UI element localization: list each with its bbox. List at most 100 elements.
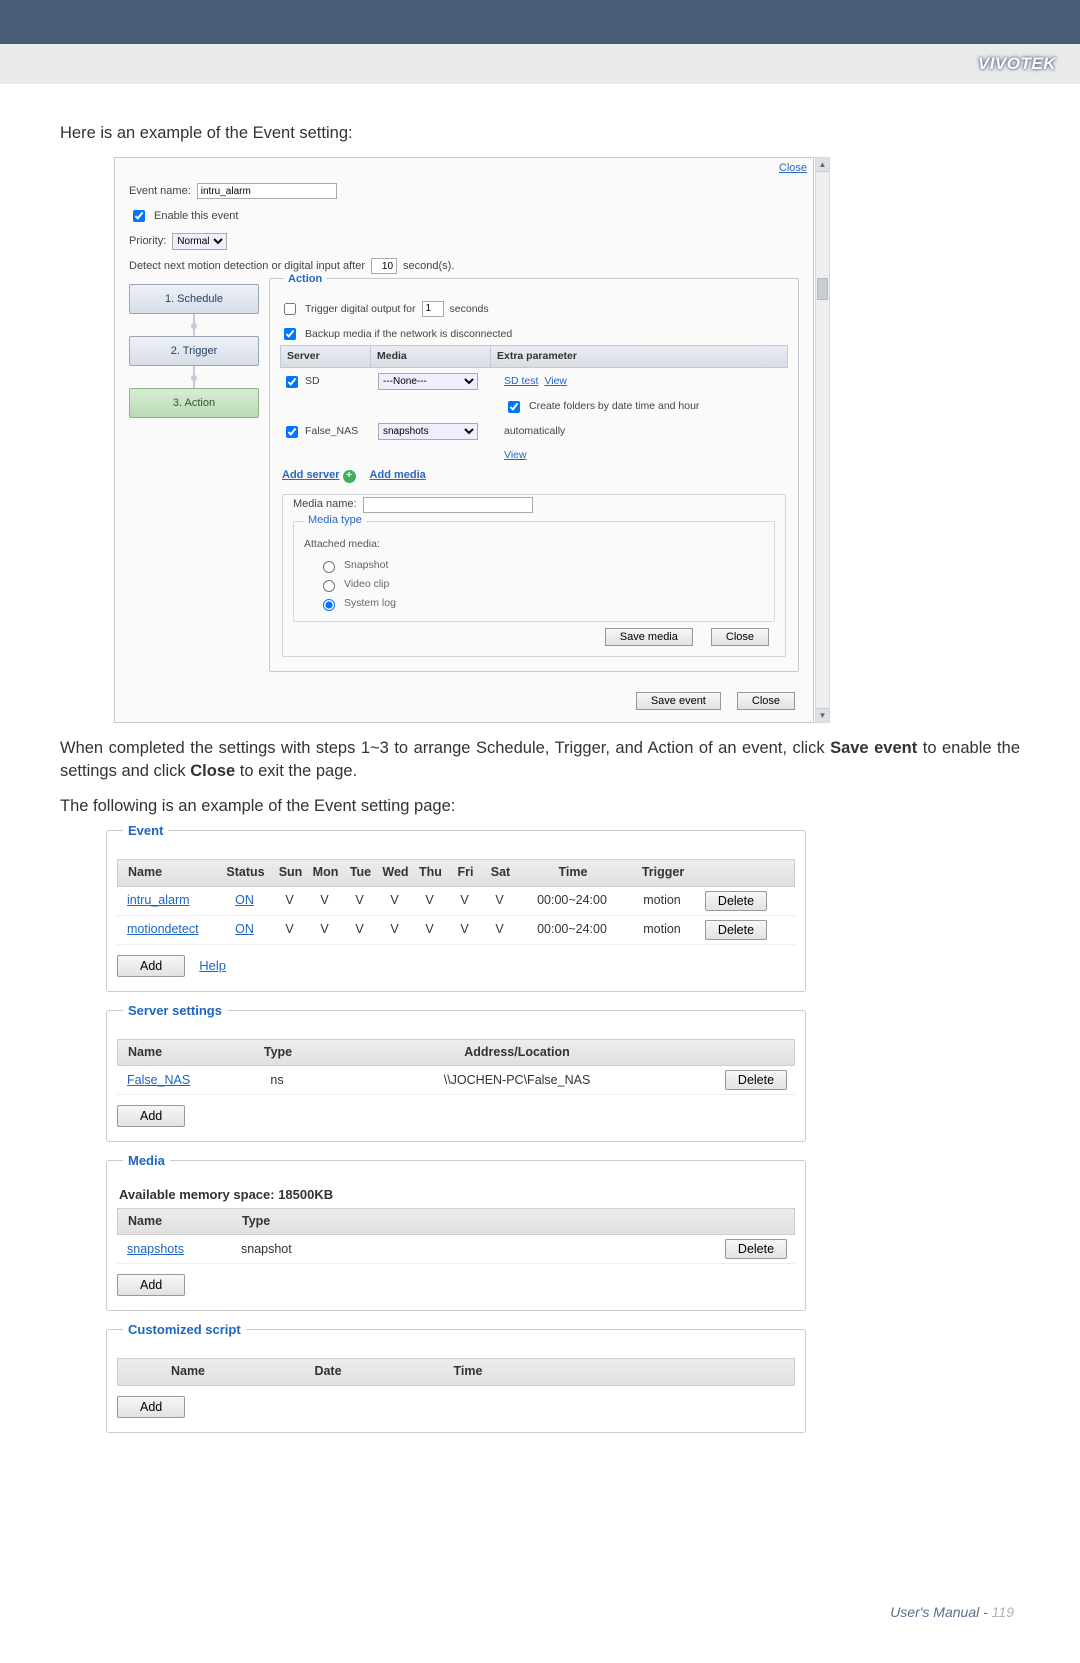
detect-label-a: Detect next motion detection or digital … bbox=[129, 259, 365, 274]
media-video-label: Video clip bbox=[344, 577, 389, 592]
th-wed: Wed bbox=[378, 860, 413, 886]
th-sun: Sun bbox=[273, 860, 308, 886]
trigger-do-input[interactable] bbox=[422, 301, 444, 317]
th-blank bbox=[348, 1209, 716, 1235]
detect-seconds-input[interactable] bbox=[371, 258, 397, 274]
step-connector bbox=[193, 314, 195, 336]
server-type-cell: ns bbox=[237, 1068, 317, 1094]
server-addr-cell: \\JOCHEN-PC\False_NAS bbox=[317, 1068, 717, 1094]
th-name: Name bbox=[118, 860, 218, 886]
sd-media-select[interactable]: ---None--- bbox=[378, 373, 478, 390]
media-inner-box: Media name: Media type Attached media: S… bbox=[282, 494, 786, 657]
page-footer: User's Manual - 119 bbox=[60, 1603, 1020, 1623]
event-name-link[interactable]: motiondetect bbox=[127, 922, 199, 936]
day-cell: V bbox=[482, 917, 517, 943]
media-name-link[interactable]: snapshots bbox=[127, 1242, 184, 1256]
delete-media-button[interactable]: Delete bbox=[725, 1239, 787, 1259]
media-name-input[interactable] bbox=[363, 497, 533, 513]
media-syslog-radio[interactable] bbox=[323, 599, 335, 611]
save-media-button[interactable]: Save media bbox=[605, 628, 693, 646]
th-thu: Thu bbox=[413, 860, 448, 886]
sd-view-link[interactable]: View bbox=[544, 374, 567, 389]
event-table-head: Name Status Sun Mon Tue Wed Thu Fri Sat … bbox=[117, 859, 795, 887]
save-event-button[interactable]: Save event bbox=[636, 692, 721, 710]
sd-checkbox[interactable] bbox=[286, 376, 298, 388]
event-status-link[interactable]: ON bbox=[235, 893, 254, 907]
step-trigger[interactable]: 2. Trigger bbox=[129, 336, 259, 366]
server-table-head: Name Type Address/Location bbox=[117, 1039, 795, 1067]
step-schedule[interactable]: 1. Schedule bbox=[129, 284, 259, 314]
brand-text: VIVOTEK bbox=[978, 54, 1056, 74]
customized-script-legend: Customized script bbox=[123, 1321, 246, 1339]
th-type: Type bbox=[238, 1040, 318, 1066]
trigger-do-checkbox[interactable] bbox=[284, 303, 296, 315]
day-cell: V bbox=[447, 917, 482, 943]
backup-checkbox[interactable] bbox=[284, 328, 296, 340]
media-snapshot-label: Snapshot bbox=[344, 558, 388, 573]
step-action[interactable]: 3. Action bbox=[129, 388, 259, 418]
event-status-link[interactable]: ON bbox=[235, 922, 254, 936]
trigger-do-label: Trigger digital output for bbox=[305, 302, 416, 317]
server-row-nas: False_NAS snapshots automatically bbox=[280, 418, 788, 443]
time-cell: 00:00~24:00 bbox=[517, 888, 627, 914]
event-row: intru_alarm ON V V V V V V V 00:00~24:00… bbox=[117, 887, 795, 916]
day-cell: V bbox=[272, 917, 307, 943]
blank-cell bbox=[347, 1245, 717, 1253]
delete-event-button[interactable]: Delete bbox=[705, 920, 767, 940]
dialog-close-link[interactable]: Close bbox=[779, 162, 807, 174]
time-cell: 00:00~24:00 bbox=[517, 917, 627, 943]
help-link[interactable]: Help bbox=[199, 957, 226, 975]
th-blank bbox=[716, 1040, 794, 1066]
nas-media-select[interactable]: snapshots bbox=[378, 423, 478, 440]
add-script-button[interactable]: Add bbox=[117, 1396, 185, 1418]
media-video-radio[interactable] bbox=[323, 580, 335, 592]
close-event-button[interactable]: Close bbox=[737, 692, 795, 710]
nas-checkbox[interactable] bbox=[286, 426, 298, 438]
delete-server-button[interactable]: Delete bbox=[725, 1070, 787, 1090]
th-date: Date bbox=[258, 1359, 398, 1385]
create-folders-checkbox[interactable] bbox=[508, 401, 520, 413]
media-type-cell: snapshot bbox=[237, 1237, 347, 1263]
server-row-sd-extra: Create folders by date time and hour bbox=[280, 393, 788, 418]
footer-text: User's Manual - bbox=[890, 1604, 991, 1620]
add-media-link[interactable]: Add media bbox=[370, 468, 426, 483]
nas-view-link[interactable]: View bbox=[504, 448, 527, 463]
enable-event-label: Enable this event bbox=[154, 209, 238, 224]
event-name-link[interactable]: intru_alarm bbox=[127, 893, 190, 907]
priority-label: Priority: bbox=[129, 234, 166, 249]
event-fieldset: Event Name Status Sun Mon Tue Wed Thu Fr… bbox=[106, 830, 806, 992]
th-extra: Extra parameter bbox=[491, 346, 787, 367]
nas-auto-label: automatically bbox=[504, 424, 565, 439]
enable-event-checkbox[interactable] bbox=[133, 210, 145, 222]
delete-event-button[interactable]: Delete bbox=[705, 891, 767, 911]
scroll-down-icon[interactable]: ▼ bbox=[816, 708, 829, 722]
event-row: motiondetect ON V V V V V V V 00:00~24:0… bbox=[117, 916, 795, 945]
th-server: Server bbox=[281, 346, 371, 367]
priority-select[interactable]: Normal bbox=[172, 233, 227, 250]
dialog-scrollbar[interactable]: ▲ ▼ bbox=[815, 157, 830, 723]
th-time: Time bbox=[518, 860, 628, 886]
event-legend: Event bbox=[123, 822, 168, 840]
trigger-do-unit: seconds bbox=[450, 302, 489, 317]
scroll-up-icon[interactable]: ▲ bbox=[816, 158, 829, 172]
media-snapshot-radio[interactable] bbox=[323, 561, 335, 573]
server-name-link[interactable]: False_NAS bbox=[127, 1073, 190, 1087]
add-server-button[interactable]: Add bbox=[117, 1105, 185, 1127]
th-addr: Address/Location bbox=[318, 1040, 716, 1066]
sd-test-link[interactable]: SD test bbox=[504, 374, 538, 389]
day-cell: V bbox=[307, 888, 342, 914]
event-name-input[interactable] bbox=[197, 183, 337, 199]
add-event-button[interactable]: Add bbox=[117, 955, 185, 977]
scroll-thumb[interactable] bbox=[817, 278, 828, 300]
media-name-label: Media name: bbox=[293, 497, 357, 512]
server-row: False_NAS ns \\JOCHEN-PC\False_NAS Delet… bbox=[117, 1066, 795, 1095]
close-media-button[interactable]: Close bbox=[711, 628, 769, 646]
step-connector bbox=[193, 366, 195, 388]
add-media-button[interactable]: Add bbox=[117, 1274, 185, 1296]
add-server-link[interactable]: Add server bbox=[282, 469, 339, 481]
event-dialog: Close Event name: Enable this event Prio… bbox=[114, 157, 814, 723]
th-name: Name bbox=[118, 1040, 238, 1066]
footer-page-number: 119 bbox=[992, 1604, 1014, 1620]
day-cell: V bbox=[447, 888, 482, 914]
priority-row: Priority: Normal bbox=[115, 229, 813, 254]
